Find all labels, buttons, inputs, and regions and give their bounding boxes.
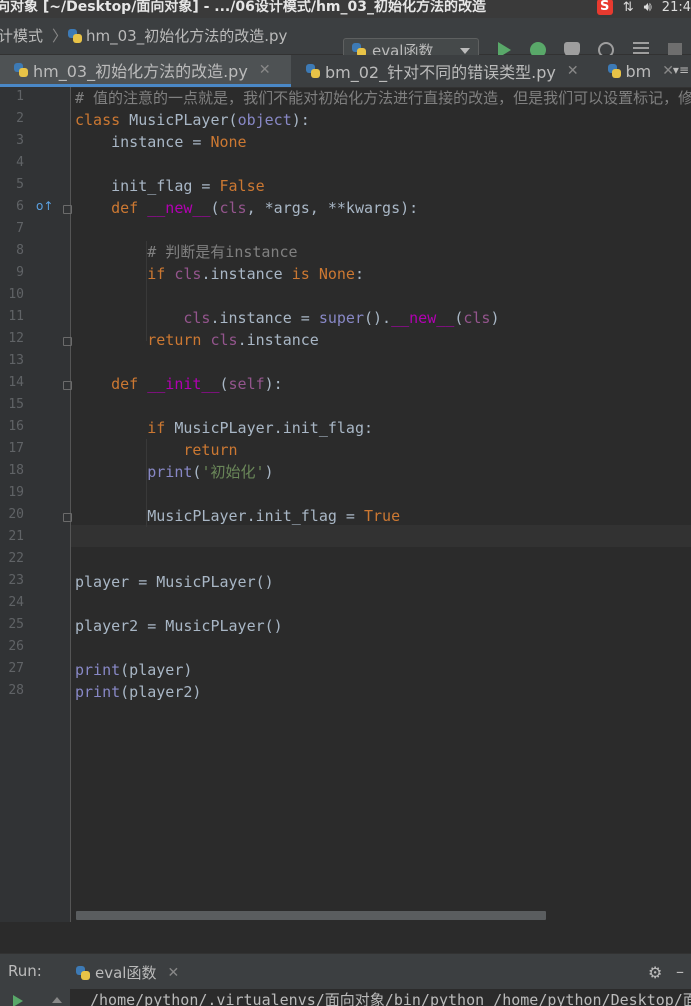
line-number: 18 [8,463,24,478]
breadcrumb-separator: 〉 [52,27,68,45]
line-number: 7 [16,221,24,236]
line-number: 15 [8,397,24,412]
line-number: 20 [8,507,24,522]
line-number: 10 [8,287,24,302]
code-line-9: if cls.instance is None: [147,265,364,283]
python-file-icon [76,965,90,980]
line-number: 12 [8,331,24,346]
line-number: 25 [8,617,24,632]
python-file-icon [608,64,621,78]
line-number: 21 [8,529,24,544]
code-line-27: print(player) [75,661,193,679]
line-number: 8 [16,243,24,258]
line-number: 28 [8,683,24,698]
override-icon[interactable]: o↑ [36,199,53,213]
run-tab-eval[interactable]: eval函数 ✕ [76,962,179,983]
line-number: 2 [16,111,24,126]
window-title: 向对象 [~/Desktop/面向对象] - .../06设计模式/hm_03_… [0,0,486,15]
breadcrumb-file[interactable]: hm_03_初始化方法的改造.py [68,25,287,46]
chevron-down-icon [460,48,470,54]
line-number: 23 [8,573,24,588]
code-line-3: instance = None [75,133,247,151]
line-number: 14 [8,375,24,390]
python-file-icon [14,62,28,77]
network-icon[interactable]: ⇅ [623,0,634,15]
code-line-25: player2 = MusicPLayer() [75,617,283,635]
editor-gutter[interactable]: 1 2 3 4 5 6 7 8 9 10 11 12 13 14 15 16 1… [0,87,72,922]
run-console[interactable]: /home/python/.virtualenvs/面向对象/bin/pytho… [0,989,691,1006]
code-line-11: cls.instance = super().__new__(cls) [183,309,500,327]
scroll-up-icon[interactable] [52,997,62,1003]
code-line-16: if MusicPLayer.init_flag: [147,419,374,437]
line-number: 16 [8,419,24,434]
code-line-28: print(player2) [75,683,202,701]
code-line-6: def __new__(cls, *args, **kwargs): [111,199,419,217]
line-number: 4 [16,155,24,170]
gear-icon[interactable]: ⚙ [648,963,662,982]
python-file-icon [306,64,320,78]
horizontal-scrollbar[interactable] [76,911,546,920]
code-editor[interactable]: # 值的注意的一点就是，我们不能对初始化方法进行直接的改造，但是我们可以设置标记… [71,87,691,922]
console-output: /home/python/.virtualenvs/面向对象/bin/pytho… [90,991,691,1006]
close-icon[interactable]: ✕ [167,965,179,981]
tab-overflow-icon[interactable]: ▾≡ [673,63,689,77]
tab-hm-03[interactable]: hm_03_初始化方法的改造.py ✕ [0,55,291,87]
line-number: 19 [8,485,24,500]
code-line-17: return [183,441,238,459]
caret-line-highlight [71,525,691,547]
line-number: 24 [8,595,24,610]
tab-label: bm [625,61,652,81]
code-line-8: # 判断是有instance [147,243,298,261]
code-line-20: MusicPLayer.init_flag = True [75,507,401,525]
system-tray: S ⇅ 🔊︎ 21:4 [596,0,691,17]
code-line-12: return cls.instance [147,331,319,349]
line-number: 9 [16,265,24,280]
tab-bm-02[interactable]: bm_02_针对不同的错误类型.py ✕ [292,55,594,87]
run-tool-window-header: Run: eval函数 ✕ ⚙ – [0,953,691,990]
code-line-1: # 值的注意的一点就是，我们不能对初始化方法进行直接的改造，但是我们可以设置标记… [75,89,691,107]
input-method-icon[interactable]: S [596,0,613,15]
code-line-18: print('初始化') [147,463,274,481]
code-line-23: player = MusicPLayer() [75,573,274,591]
tab-bm[interactable]: bm ✕ [594,55,674,87]
close-icon[interactable]: ✕ [259,62,271,78]
minimize-icon[interactable]: – [676,962,684,981]
console-toolbar [0,989,70,1006]
line-number: 6 [16,199,24,214]
volume-icon[interactable]: 🔊︎ [644,0,652,15]
line-number: 13 [8,353,24,368]
run-tab-label: eval函数 [95,964,157,982]
python-file-icon [68,28,82,43]
navigation-bar: 计模式 〉 hm_03_初始化方法的改造.py eval函数 [0,18,691,62]
line-number: 3 [16,133,24,148]
breadcrumb-folder[interactable]: 计模式 [0,25,43,46]
tab-label: hm_03_初始化方法的改造.py [33,61,248,81]
run-label: Run: [8,962,42,980]
code-line-5: init_flag = False [75,177,265,195]
tab-label: bm_02_针对不同的错误类型.py [325,63,556,82]
breadcrumb-file-label: hm_03_初始化方法的改造.py [86,27,288,45]
line-number: 11 [8,309,24,324]
editor-tabs: hm_03_初始化方法的改造.py ✕ bm_02_针对不同的错误类型.py ✕… [0,55,691,88]
window-titlebar: 向对象 [~/Desktop/面向对象] - .../06设计模式/hm_03_… [0,0,691,18]
line-number: 22 [8,551,24,566]
close-icon[interactable]: ✕ [567,63,579,79]
code-line-14: def __init__(self): [111,375,283,393]
line-number: 17 [8,441,24,456]
line-number: 5 [16,177,24,192]
clock: 21:4 [661,0,691,15]
line-number: 27 [8,661,24,676]
rerun-icon[interactable] [13,995,23,1006]
line-number: 26 [8,639,24,654]
code-line-2: class MusicPLayer(object): [75,111,310,129]
line-number: 1 [16,89,24,104]
